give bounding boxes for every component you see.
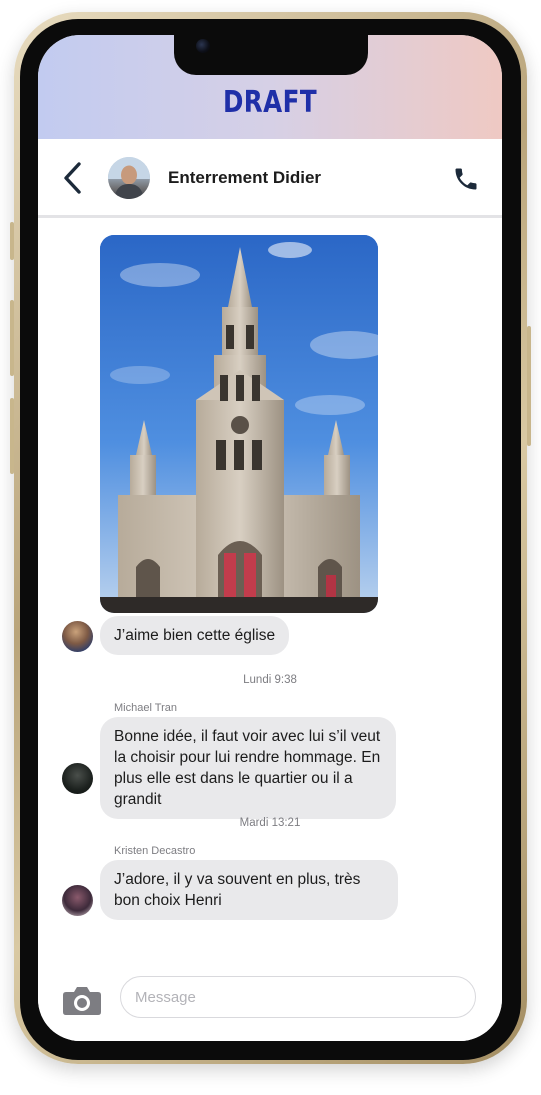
phone-screen: DRAFT Enterrement Didier J’aime bien cet… [38, 35, 502, 1041]
message-bubble[interactable]: Bonne idée, il faut voir avec lui s’il v… [100, 717, 396, 819]
message-list[interactable]: J’aime bien cette église Lundi 9:38 Mich… [38, 218, 502, 958]
message-timestamp: Mardi 13:21 [239, 817, 301, 829]
message-bubble[interactable]: J’aime bien cette église [100, 616, 290, 655]
mute-switch [10, 222, 14, 260]
message-bubble[interactable]: J’adore, il y va souvent en plus, très b… [100, 860, 398, 920]
front-camera [196, 39, 210, 53]
message-input[interactable] [120, 976, 476, 1018]
draft-label: DRAFT [222, 85, 318, 120]
sender-name: Michael Tran [114, 702, 177, 714]
power-button [527, 326, 531, 446]
phone-icon[interactable] [452, 165, 480, 193]
contact-name: Enterrement Didier [168, 168, 322, 187]
camera-icon[interactable] [62, 984, 102, 1016]
sender-avatar[interactable] [62, 885, 93, 916]
sender-name: Kristen Decastro [114, 845, 196, 857]
composer-bar [38, 958, 502, 1041]
volume-down-button [10, 398, 14, 474]
sender-avatar[interactable] [62, 763, 93, 794]
conversation-header: Enterrement Didier [38, 139, 502, 218]
message-timestamp: Lundi 9:38 [243, 674, 297, 686]
volume-up-button [10, 300, 14, 376]
chevron-left-icon[interactable] [62, 161, 84, 195]
church-photo[interactable] [100, 235, 378, 613]
notch [174, 35, 368, 75]
sender-avatar[interactable] [62, 621, 93, 652]
contact-avatar[interactable] [108, 157, 150, 199]
